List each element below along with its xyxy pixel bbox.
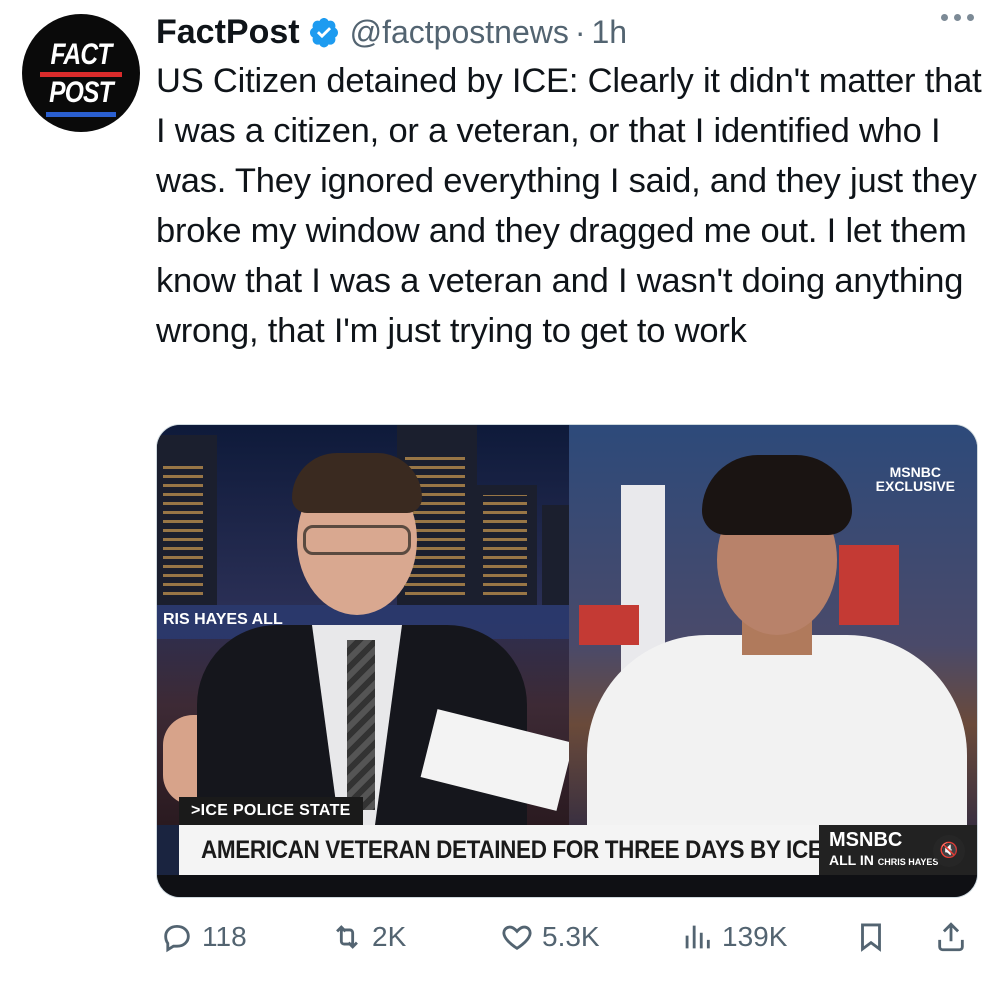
more-options-icon[interactable]	[941, 14, 974, 21]
repost-icon	[336, 925, 358, 949]
reply-count: 118	[202, 921, 247, 952]
share-button[interactable]	[934, 920, 968, 954]
host-glasses	[303, 525, 411, 555]
building-windows	[163, 465, 203, 595]
avatar-text-post: POST	[49, 76, 114, 109]
tweet-header: FactPost @factpostnews · 1h	[156, 10, 627, 54]
building-windows	[483, 495, 527, 595]
views-button[interactable]: 139K	[680, 920, 787, 954]
host-tie	[347, 640, 375, 810]
reply-button[interactable]: 118	[160, 920, 247, 954]
tweet-video[interactable]: RIS HAYES ALL MSNBC EXCLUSIVE >ICE POLIC…	[156, 424, 978, 898]
repost-button[interactable]: 2K	[330, 920, 406, 954]
reply-icon	[164, 924, 190, 953]
set-panel-red	[839, 545, 899, 625]
separator-dot: ·	[574, 13, 586, 50]
avatar-text-fact: FACT	[50, 38, 113, 71]
author-handle[interactable]: @factpostnews	[350, 14, 569, 51]
tweet-text: US Citizen detained by ICE: Clearly it d…	[156, 62, 982, 350]
action-bar: 118 2K 5.3K 139K	[160, 920, 980, 964]
like-button[interactable]: 5.3K	[500, 920, 600, 954]
repost-count: 2K	[372, 921, 407, 952]
more-dot	[967, 14, 974, 21]
bookmark-icon	[861, 923, 881, 952]
building	[542, 505, 569, 605]
host-hair	[292, 453, 422, 513]
views-bar-chart-icon	[685, 925, 710, 949]
like-count: 5.3K	[542, 921, 600, 952]
guest-shirt	[587, 635, 967, 835]
video-bottom-band	[157, 875, 977, 897]
msnbc-exclusive-logo: MSNBC EXCLUSIVE	[876, 465, 955, 493]
guest-hair	[702, 455, 852, 535]
show-host-name: CHRIS HAYES	[877, 857, 939, 867]
msnbc-exclusive-line2: EXCLUSIVE	[875, 478, 955, 494]
timestamp[interactable]: 1h	[592, 14, 628, 51]
more-dot	[941, 14, 948, 21]
msnbc-exclusive-line1: MSNBC	[889, 464, 941, 480]
views-count: 139K	[722, 921, 788, 952]
avatar-blue-stripe	[46, 112, 116, 117]
share-icon	[938, 922, 964, 952]
heart-icon	[502, 925, 532, 950]
avatar[interactable]: FACT POST	[22, 14, 140, 132]
bookmark-button[interactable]	[854, 920, 888, 954]
segment-tag: >ICE POLICE STATE	[179, 797, 363, 825]
display-name[interactable]: FactPost	[156, 13, 300, 52]
speaker-muted-icon[interactable]: 🔇	[933, 835, 965, 867]
chyron-headline: AMERICAN VETERAN DETAINED FOR THREE DAYS…	[179, 825, 823, 875]
chyron-headline-text: AMERICAN VETERAN DETAINED FOR THREE DAYS…	[201, 836, 823, 864]
more-dot	[954, 14, 961, 21]
verified-badge-icon[interactable]	[308, 16, 340, 48]
set-panel-red	[579, 605, 639, 645]
show-logo-name: ALL IN	[829, 852, 874, 868]
